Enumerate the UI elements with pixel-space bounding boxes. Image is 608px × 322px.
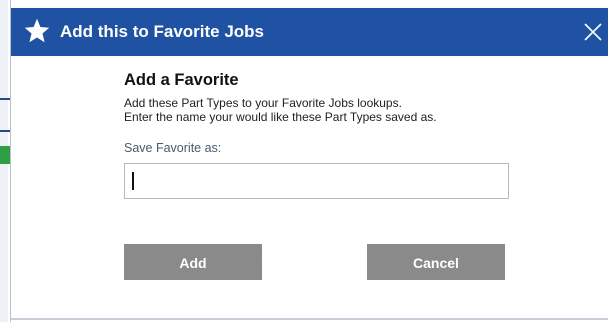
background-page-edge [0, 0, 10, 322]
background-edge-mark [0, 98, 10, 100]
favorite-dialog: Add this to Favorite Jobs Add a Favorite… [10, 0, 608, 322]
dialog-header-title: Add this to Favorite Jobs [60, 22, 265, 41]
favorite-name-input[interactable] [124, 163, 509, 199]
background-edge-mark [0, 130, 10, 132]
add-button[interactable]: Add [124, 244, 262, 280]
dialog-description: Add these Part Types to your Favorite Jo… [124, 96, 584, 124]
dialog-header: Add this to Favorite Jobs [11, 8, 608, 56]
background-edge-highlight [0, 146, 10, 164]
dialog-bottom-border [11, 318, 608, 320]
star-icon [24, 18, 50, 43]
text-cursor [132, 172, 134, 190]
cancel-button[interactable]: Cancel [367, 244, 505, 280]
description-line: Enter the name your would like these Par… [124, 110, 437, 124]
description-line: Add these Part Types to your Favorite Jo… [124, 96, 402, 110]
save-favorite-label: Save Favorite as: [124, 141, 222, 155]
dialog-content: Add a Favorite Add these Part Types to y… [124, 70, 584, 199]
dialog-heading: Add a Favorite [124, 71, 239, 89]
close-icon[interactable] [581, 20, 605, 44]
